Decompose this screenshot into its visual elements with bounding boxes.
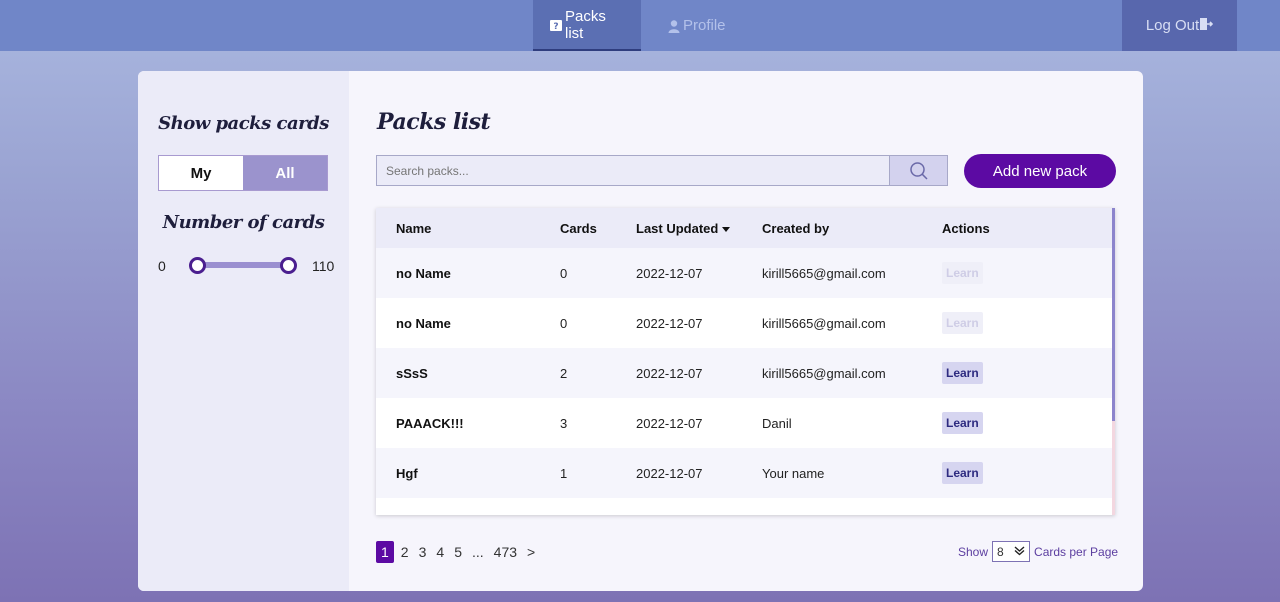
range-slider-track[interactable] — [196, 262, 290, 268]
main-card: Show packs cards My All Number of cards … — [138, 71, 1143, 591]
pack-created-by: kirill5665@gmail.com — [762, 315, 886, 331]
range-min-thumb[interactable] — [189, 257, 206, 274]
pack-name[interactable]: sSsS — [376, 366, 560, 381]
table-row: no Name 0 2022-12-07 kirill5665@gmail.co… — [376, 248, 1115, 298]
per-page-control: Show 8 Cards per Page — [958, 541, 1118, 562]
header-name[interactable]: Name — [376, 221, 560, 236]
cards-per-page-label: Cards per Page — [1034, 544, 1119, 559]
table-row: sSsS 2 2022-12-07 kirill5665@gmail.com L… — [376, 348, 1115, 398]
pack-name[interactable]: no Name — [376, 316, 560, 331]
learn-button[interactable]: Learn — [942, 262, 983, 284]
page-1-button[interactable]: 1 — [376, 541, 394, 563]
packs-icon: ? — [549, 18, 563, 32]
table-row: Hgf 1 2022-12-07 Your name Learn — [376, 448, 1115, 498]
table-body: no Name 0 2022-12-07 kirill5665@gmail.co… — [376, 248, 1115, 515]
pack-updated: 2022-12-07 — [636, 465, 703, 481]
nav-tab-packs-list[interactable]: ? Packs list — [533, 0, 641, 51]
pack-created-by: Danil — [762, 415, 792, 431]
learn-button[interactable]: Learn — [942, 362, 983, 384]
pack-updated: 2022-12-07 — [636, 265, 703, 281]
pack-name[interactable]: no Name — [376, 266, 560, 281]
pack-actions: Learn — [942, 262, 1092, 284]
filter-sidebar: Show packs cards My All Number of cards … — [138, 71, 349, 591]
pack-name[interactable]: Hgf — [376, 466, 560, 481]
page-2-button[interactable]: 2 — [401, 544, 409, 560]
table-scrollbar[interactable] — [1112, 208, 1115, 421]
search-input[interactable] — [377, 156, 889, 185]
show-label: Show — [958, 544, 989, 559]
header-actions: Actions — [942, 220, 990, 236]
nav-tab-profile[interactable]: Profile — [651, 0, 742, 51]
toggle-my-button[interactable]: My — [159, 156, 243, 190]
pack-actions: Learn — [942, 312, 1092, 334]
logout-label: Log Out — [1145, 17, 1200, 34]
per-page-select[interactable]: 8 — [992, 541, 1031, 562]
table-header: Name Cards Last Updated Created by Actio… — [376, 208, 1115, 248]
pack-cards-count: 1 — [560, 465, 568, 481]
per-page-value: 8 — [997, 544, 1004, 559]
pack-created-by: kirill5665@gmail.com — [762, 365, 886, 381]
add-new-pack-button[interactable]: Add new pack — [964, 154, 1116, 188]
header-last-updated[interactable]: Last Updated — [636, 221, 762, 236]
search-button[interactable] — [889, 156, 947, 185]
page-4-button[interactable]: 4 — [436, 544, 444, 560]
pagination: 1 2 3 4 5 ... 473 > — [376, 541, 545, 563]
my-all-toggle: My All — [158, 155, 328, 191]
table-row-partial — [376, 498, 1115, 515]
table-row: no Name 0 2022-12-07 kirill5665@gmail.co… — [376, 298, 1115, 348]
learn-button[interactable]: Learn — [942, 312, 983, 334]
pack-name[interactable]: PAAACK!!! — [376, 416, 560, 431]
logout-button[interactable]: Log Out — [1122, 0, 1237, 51]
nav-tab-packs-label: Packs list — [565, 7, 606, 42]
pack-cards-count: 0 — [560, 265, 568, 281]
page-title: Packs list — [377, 109, 491, 135]
toggle-all-button[interactable]: All — [243, 156, 327, 190]
user-icon — [667, 19, 681, 33]
chevron-down-icon — [1014, 545, 1025, 559]
pack-cards-count: 3 — [560, 415, 568, 431]
pack-actions: Learn — [942, 362, 1092, 384]
range-max-thumb[interactable] — [280, 257, 297, 274]
pack-updated: 2022-12-07 — [636, 315, 703, 331]
number-of-cards-title: Number of cards — [162, 212, 325, 233]
pagination-ellipsis: ... — [471, 544, 484, 560]
learn-button[interactable]: Learn — [942, 412, 983, 434]
next-page-button[interactable]: > — [527, 544, 535, 560]
header-cards[interactable]: Cards — [560, 221, 636, 236]
learn-button[interactable]: Learn — [942, 462, 983, 484]
pack-actions: Learn — [942, 462, 1092, 484]
pack-updated: 2022-12-07 — [636, 365, 703, 381]
pack-cards-count: 0 — [560, 315, 568, 331]
pack-created-by: Your name — [762, 465, 825, 481]
nav-tab-profile-label: Profile — [683, 17, 726, 34]
show-packs-title: Show packs cards — [158, 113, 329, 134]
top-navbar: ? Packs list Profile Log Out — [0, 0, 1280, 51]
page-473-button[interactable]: 473 — [494, 544, 517, 560]
header-last-updated-label: Last Updated — [636, 220, 719, 236]
sort-desc-icon — [722, 226, 731, 232]
page-3-button[interactable]: 3 — [419, 544, 427, 560]
pack-created-by: kirill5665@gmail.com — [762, 265, 886, 281]
pack-updated: 2022-12-07 — [636, 415, 703, 431]
search-bar — [376, 155, 948, 186]
logout-icon — [1199, 17, 1214, 35]
header-created-by[interactable]: Created by — [762, 221, 942, 236]
pack-actions: Learn — [942, 412, 1092, 434]
pack-cards-count: 2 — [560, 365, 568, 381]
range-min-value: 0 — [158, 258, 166, 274]
table-scrollbar-track — [1112, 421, 1115, 515]
range-max-value: 110 — [312, 258, 335, 274]
page-5-button[interactable]: 5 — [454, 544, 462, 560]
table-row: PAAACK!!! 3 2022-12-07 Danil Learn — [376, 398, 1115, 448]
svg-text:?: ? — [553, 22, 558, 32]
search-icon — [909, 161, 928, 180]
packs-table: Name Cards Last Updated Created by Actio… — [376, 208, 1115, 515]
